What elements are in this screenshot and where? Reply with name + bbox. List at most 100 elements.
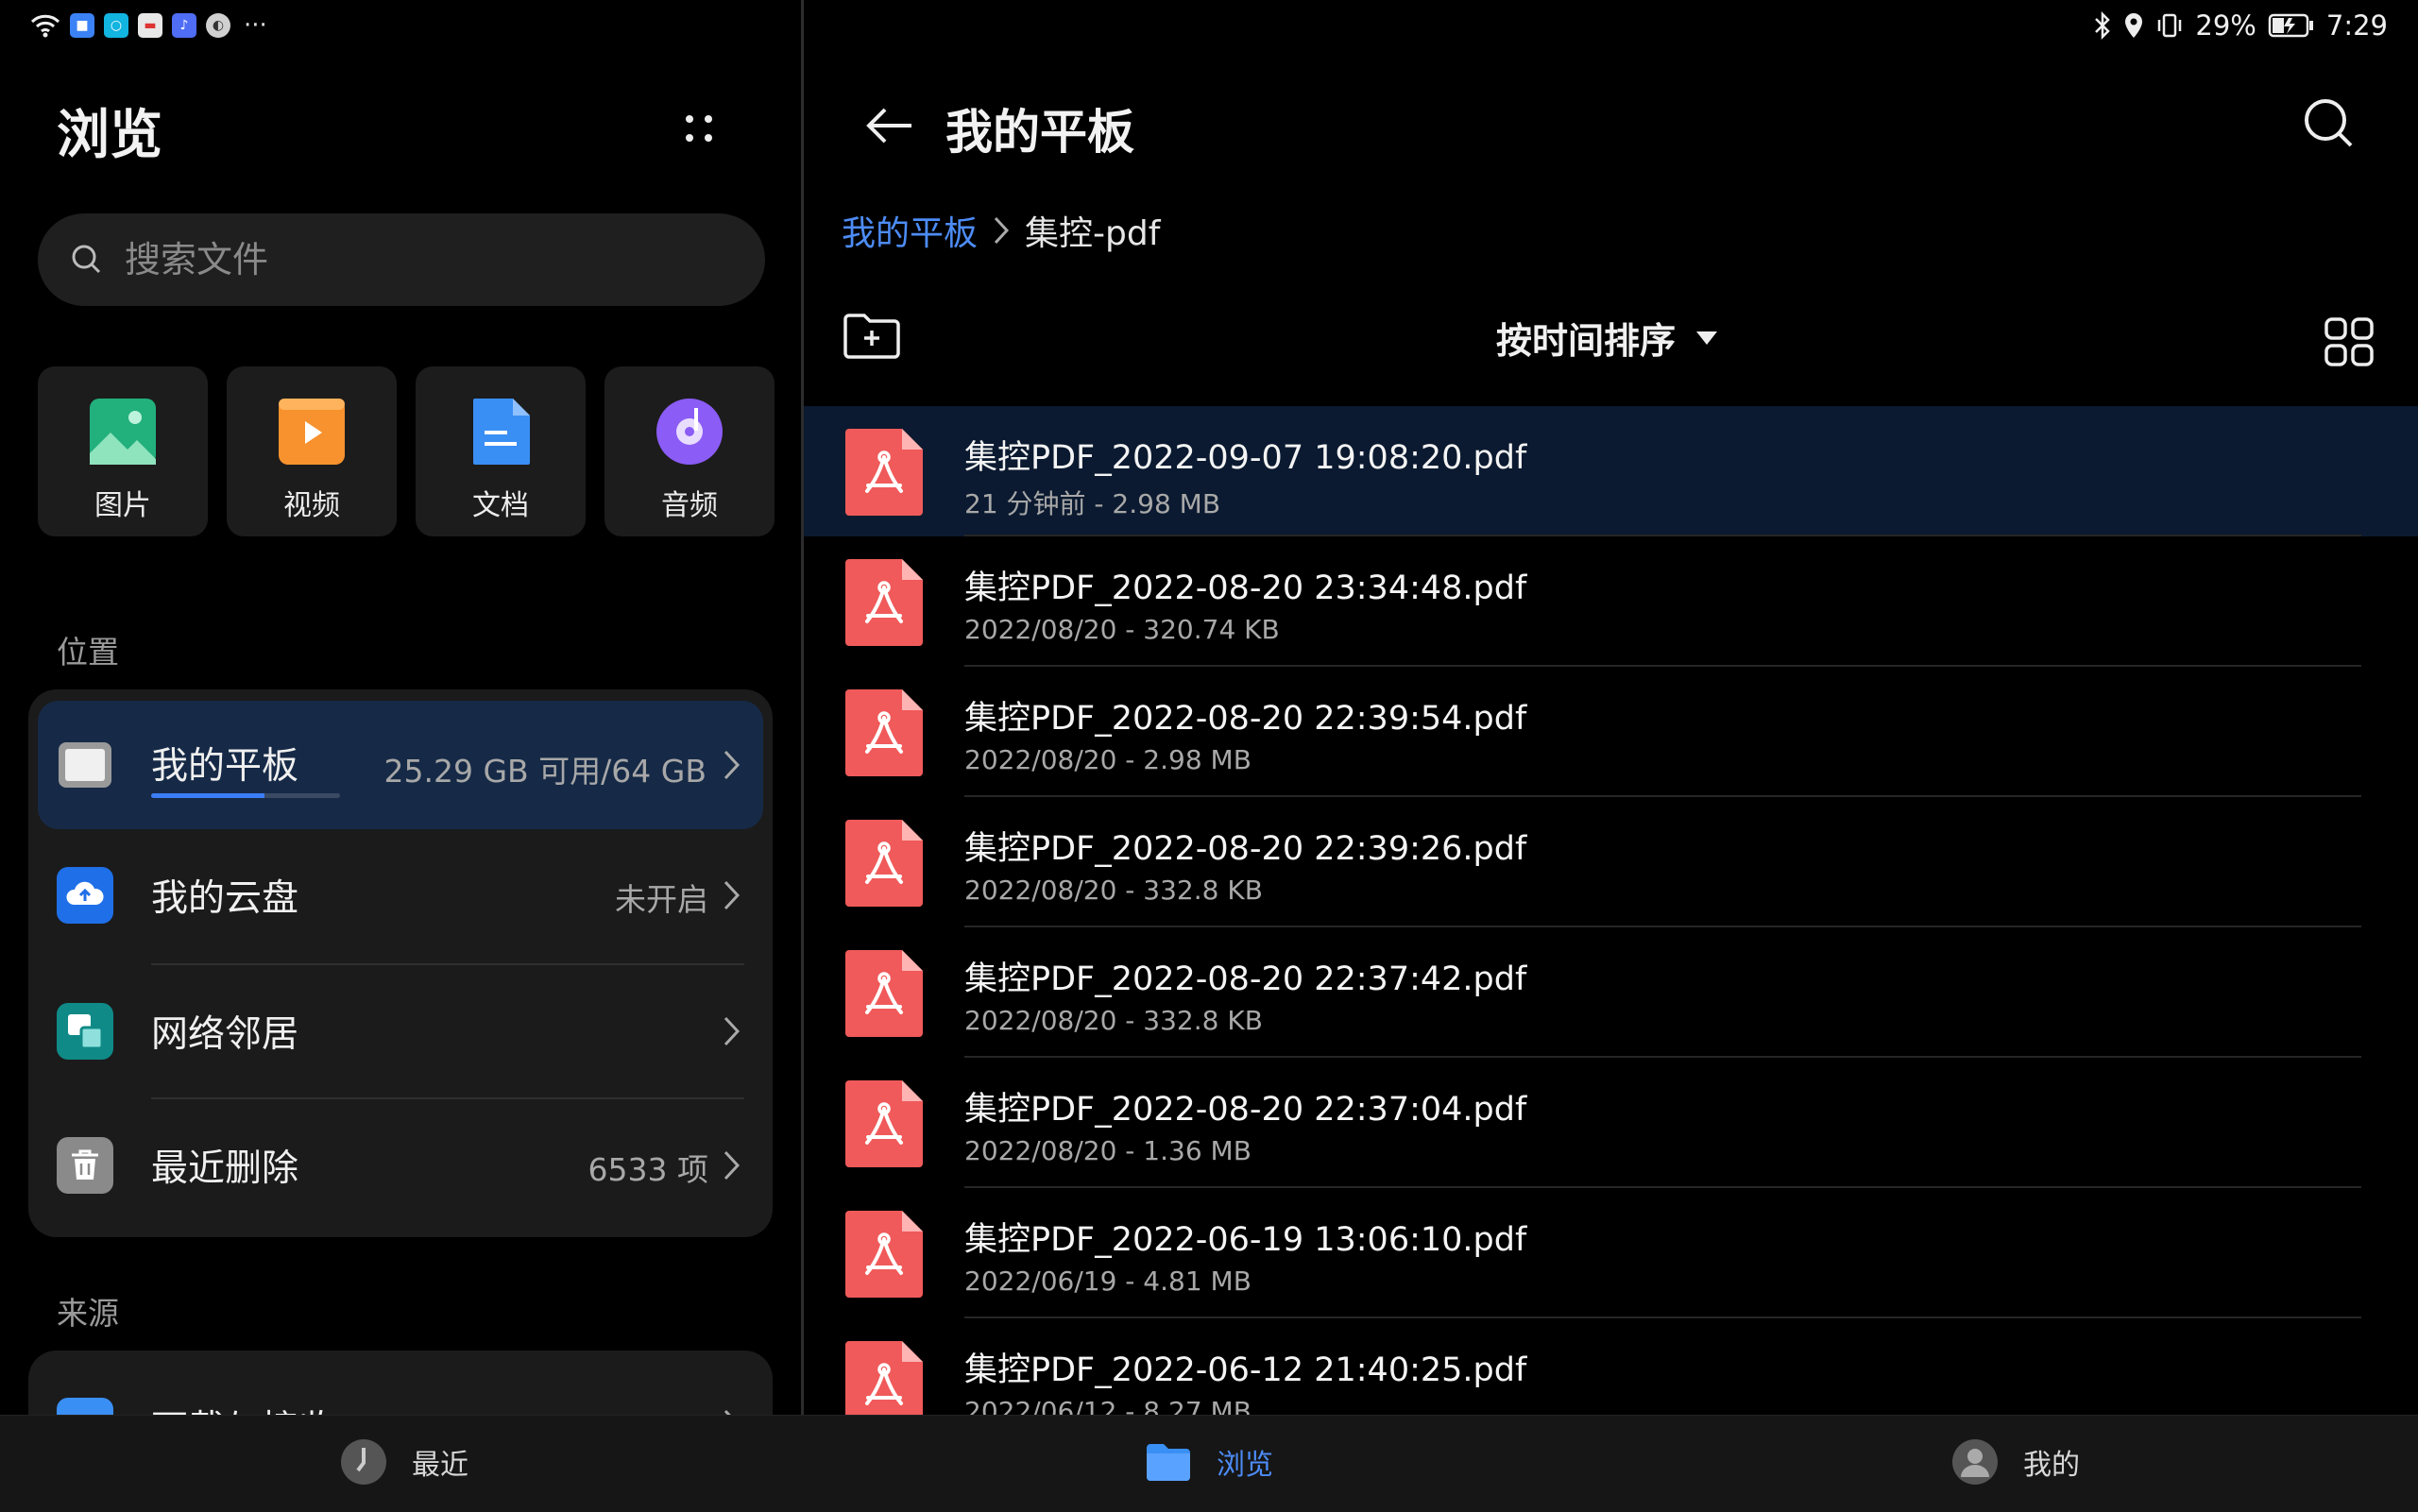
file-name: 集控PDF_2022-08-20 22:37:42.pdf [964,960,1527,998]
file-row[interactable]: 集控PDF_2022-08-20 22:37:04.pdf 2022/08/20 … [804,1058,2418,1188]
file-row[interactable]: 集控PDF_2022-06-12 21:40:25.pdf 2022/06/12 … [804,1318,2418,1415]
cloud-icon [57,867,113,924]
caret-down-icon [1696,331,1718,345]
wifi-icon [30,13,60,38]
category-documents[interactable]: 文档 [416,366,586,536]
chevron-right-icon [724,880,741,910]
locations-heading: 位置 [57,634,119,671]
category-label: 图片 [94,489,151,522]
network-icon [57,1003,113,1060]
file-name: 集控PDF_2022-06-12 21:40:25.pdf [964,1351,1527,1389]
video-icon [279,399,345,465]
storage-progress-bar [151,793,340,798]
document-icon [473,399,530,465]
category-label: 视频 [283,489,340,522]
file-list: 集控PDF_2022-09-07 19:08:20.pdf 21 分钟前 - 2.… [804,406,2418,1415]
pdf-file-icon [845,1211,923,1298]
file-row[interactable]: 集控PDF_2022-08-20 22:39:26.pdf 2022/08/20 … [804,797,2418,927]
bluetooth-icon [2093,11,2112,40]
file-name: 集控PDF_2022-08-20 23:34:48.pdf [964,569,1527,607]
search-input[interactable] [123,238,731,281]
notification-app-icon: ■ [70,13,94,38]
folder-title: 我的平板 [945,105,1134,160]
new-folder-button[interactable] [842,310,902,363]
category-label: 音频 [661,489,718,522]
clock-time: 7:29 [2325,9,2388,42]
file-row[interactable]: 集控PDF_2022-08-20 23:34:48.pdf 2022/08/20 … [804,536,2418,667]
category-videos[interactable]: 视频 [227,366,397,536]
location-network-neighborhood[interactable]: 网络邻居 [28,965,773,1097]
sources-heading: 来源 [57,1295,119,1332]
storage-usage: 25.29 GB 可用/64 GB [383,753,707,790]
bottom-navigation: 最近 浏览 我的 [0,1415,2418,1512]
location-name: 我的云盘 [151,877,299,920]
file-meta: 2022/06/19 - 4.81 MB [964,1266,1252,1297]
chevron-right-icon [724,1016,741,1046]
status-left: ■ ○ ▬ ♪ ◐ ··· [30,11,267,40]
file-row[interactable]: 集控PDF_2022-08-20 22:37:42.pdf 2022/08/20 … [804,927,2418,1058]
file-name: 集控PDF_2022-09-07 19:08:20.pdf [964,439,1527,477]
search-icon [2305,99,2353,147]
file-meta: 2022/06/12 - 8.27 MB [964,1396,1252,1415]
chevron-right-icon [724,750,741,780]
file-name: 集控PDF_2022-08-20 22:39:26.pdf [964,830,1527,868]
clock-icon [341,1439,386,1485]
breadcrumb-item-root[interactable]: 我的平板 [842,206,978,255]
file-row[interactable]: 集控PDF_2022-06-19 13:06:10.pdf 2022/06/19 … [804,1188,2418,1318]
location-icon [2123,11,2144,40]
file-name: 集控PDF_2022-06-19 13:06:10.pdf [964,1221,1527,1259]
search-button[interactable] [2296,91,2362,157]
arrow-left-icon [866,108,911,144]
sort-label: 按时间排序 [1496,320,1677,362]
deleted-count: 6533 项 [587,1151,708,1188]
chevron-right-icon [994,216,1010,245]
sort-dropdown[interactable]: 按时间排序 [1496,312,1719,364]
cloud-status: 未开启 [615,881,708,918]
file-browser-pane: 我的平板 我的平板 集控-pdf 按时间排序 集控PDF_2022-09-07 … [804,55,2418,1415]
search-bar[interactable] [38,213,765,306]
location-recently-deleted[interactable]: 最近删除 6533 项 [28,1099,773,1232]
grid-icon [2324,317,2374,366]
file-meta: 2022/08/20 - 332.8 KB [964,1005,1263,1036]
nav-label: 最近 [412,1449,468,1482]
four-dots-icon [686,115,712,142]
file-meta: 2022/08/20 - 2.98 MB [964,744,1252,775]
file-meta: 2022/08/20 - 1.36 MB [964,1135,1252,1166]
battery-charging-icon [2268,12,2315,39]
pdf-file-icon [845,950,923,1037]
category-label: 文档 [472,489,529,522]
location-my-cloud[interactable]: 我的云盘 未开启 [28,829,773,961]
back-button[interactable] [857,93,923,159]
nav-tab-recent[interactable]: 最近 [340,1438,468,1486]
notification-browser-app-icon: ◐ [206,13,230,38]
breadcrumb-item-current: 集控-pdf [1025,214,1161,253]
pdf-file-icon [845,429,923,516]
more-options-button[interactable] [671,100,727,157]
notification-search-app-icon: ○ [104,13,128,38]
location-name: 网络邻居 [151,1013,299,1056]
file-row[interactable]: 集控PDF_2022-08-20 22:39:54.pdf 2022/08/20 … [804,667,2418,797]
trash-icon [57,1137,113,1194]
image-icon [90,399,156,465]
file-name: 集控PDF_2022-08-20 22:39:54.pdf [964,700,1527,738]
search-icon [68,241,106,279]
location-name: 我的平板 [151,745,299,788]
nav-tab-browse[interactable]: 浏览 [1145,1438,1273,1486]
file-row[interactable]: 集控PDF_2022-09-07 19:08:20.pdf 21 分钟前 - 2.… [804,406,2418,536]
file-name: 集控PDF_2022-08-20 22:37:04.pdf [964,1091,1527,1129]
nav-tab-mine[interactable]: 我的 [1951,1438,2080,1486]
status-right: 29% 7:29 [2093,9,2388,42]
more-notifications-icon: ··· [244,11,267,40]
person-icon [1952,1439,1998,1485]
breadcrumb: 我的平板 集控-pdf [842,206,1160,255]
notification-book-app-icon: ▬ [138,13,162,38]
browse-sidebar: 浏览 图片 视频 文档 音频 位置 [0,55,801,1445]
vibrate-icon [2155,11,2184,40]
location-name: 最近删除 [151,1147,299,1190]
grid-view-button[interactable] [2323,315,2375,368]
audio-icon [656,399,723,465]
location-my-tablet[interactable]: 我的平板 25.29 GB 可用/64 GB [38,701,763,829]
category-audio[interactable]: 音频 [604,366,775,536]
notification-music-app-icon: ♪ [172,13,196,38]
category-images[interactable]: 图片 [38,366,208,536]
